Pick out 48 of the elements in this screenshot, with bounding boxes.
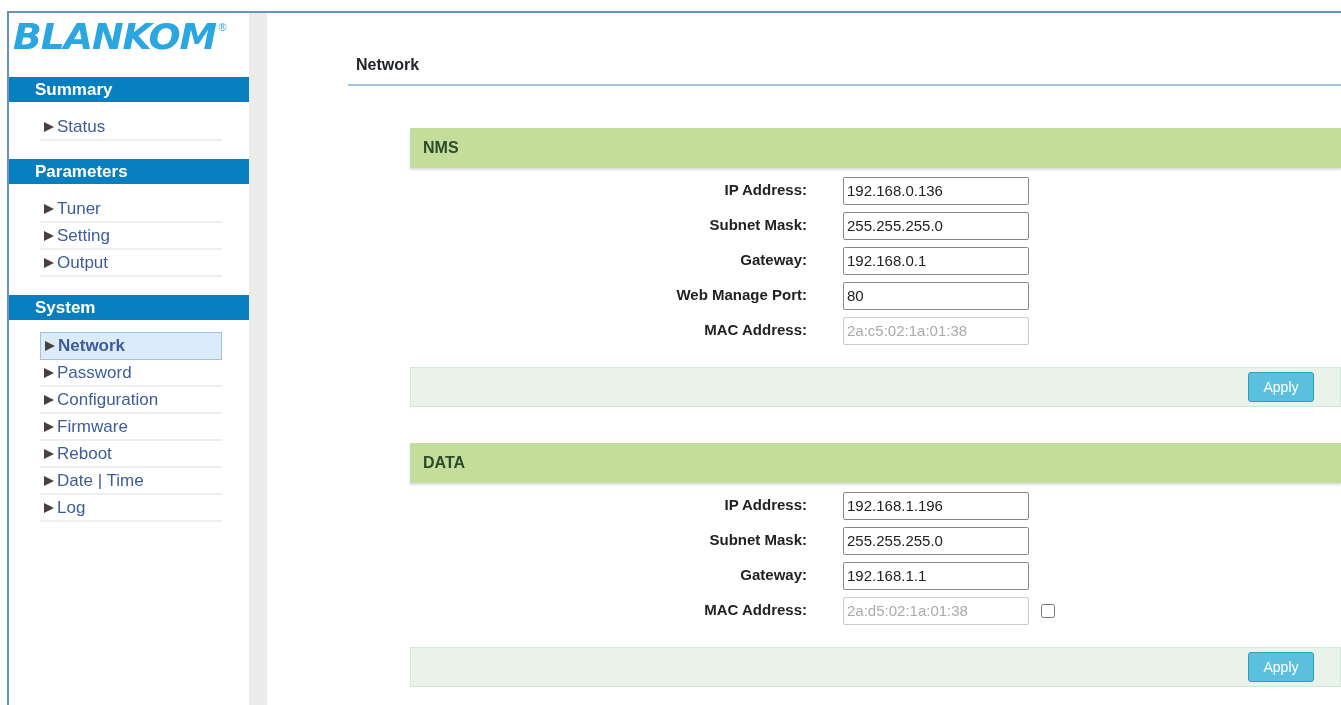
sidebar-item[interactable]: Output [40, 250, 222, 277]
sidebar-item[interactable]: Password [40, 360, 222, 387]
input-field[interactable]: 255.255.255.0 [843, 526, 1029, 555]
input-field[interactable]: 192.168.0.136 [843, 176, 1029, 205]
field-label: IP Address: [723, 180, 807, 201]
logo: BLANKOM [13, 19, 217, 55]
triangle-icon [44, 448, 54, 459]
triangle-icon [44, 421, 54, 432]
section-header: NMS [410, 128, 1341, 168]
sidebar-item[interactable]: Reboot [40, 441, 222, 468]
field-label: Gateway: [739, 565, 807, 586]
triangle-icon [44, 203, 54, 214]
triangle-icon [44, 394, 54, 405]
sidebar-heading: Summary [9, 77, 249, 102]
sidebar-item[interactable]: Log [40, 495, 222, 522]
sidebar-item[interactable]: Date | Time [40, 468, 222, 495]
registered-mark: ® [218, 20, 227, 35]
field-label: Subnet Mask: [708, 530, 807, 551]
input-field[interactable]: 255.255.255.0 [843, 211, 1029, 240]
triangle-icon [44, 502, 54, 513]
field-label: Gateway: [739, 250, 807, 271]
input-field[interactable]: 192.168.1.196 [843, 491, 1029, 520]
triangle-icon [44, 121, 54, 132]
field-label: Web Manage Port: [675, 285, 807, 306]
field-label: MAC Address: [703, 600, 807, 621]
field-label: IP Address: [723, 495, 807, 516]
triangle-icon [44, 475, 54, 486]
section-header: DATA [410, 443, 1341, 483]
sidebar-heading: System [9, 295, 249, 320]
triangle-icon [45, 341, 55, 351]
sidebar-item[interactable]: Tuner [40, 196, 222, 223]
sidebar-item[interactable]: Configuration [40, 387, 222, 414]
triangle-icon [44, 257, 54, 268]
sidebar-item[interactable]: Firmware [40, 414, 222, 441]
sidebar-item[interactable]: Status [40, 114, 222, 141]
input-field[interactable]: 192.168.0.1 [843, 246, 1029, 275]
input-field: 2a:d5:02:1a:01:38 [843, 596, 1029, 625]
sidebar-item[interactable]: Network [40, 332, 222, 360]
input-field: 2a:c5:02:1a:01:38 [843, 316, 1029, 345]
page-title: Network [348, 13, 1341, 86]
input-field[interactable]: 192.168.1.1 [843, 561, 1029, 590]
field-label: Subnet Mask: [708, 215, 807, 236]
triangle-icon [44, 367, 54, 378]
sidebar-heading: Parameters [9, 159, 249, 184]
field-label: MAC Address: [703, 320, 807, 341]
sidebar-item[interactable]: Setting [40, 223, 222, 250]
input-field[interactable]: 80 [843, 281, 1029, 310]
triangle-icon [44, 230, 54, 241]
